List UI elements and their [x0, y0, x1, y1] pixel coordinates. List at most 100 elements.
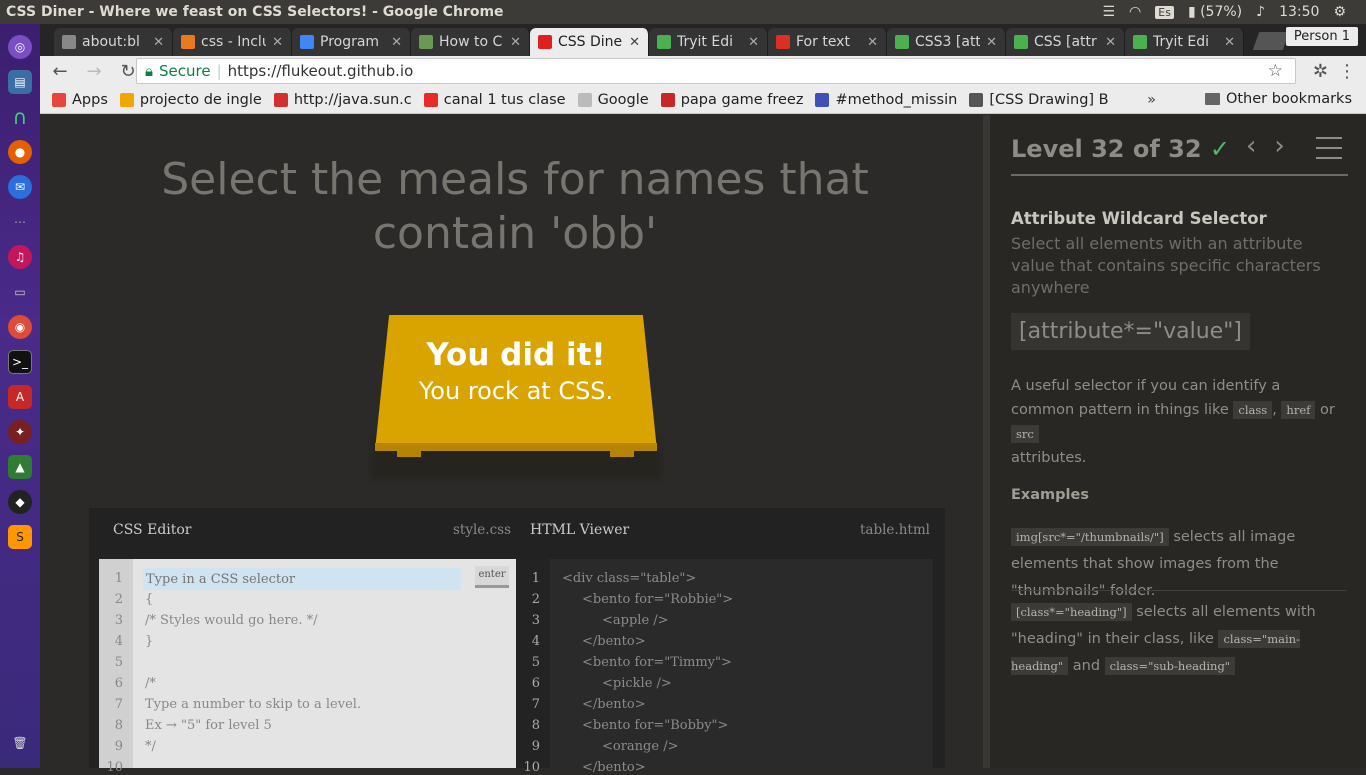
html-file-name: table.html [860, 522, 930, 538]
tab-label: Tryit Edi [1153, 34, 1209, 50]
css-selector-input[interactable] [143, 568, 461, 590]
table-leg-left [397, 451, 421, 457]
tab-close-icon[interactable]: ✕ [1224, 35, 1235, 50]
html-code-line[interactable]: </bento> [582, 697, 646, 712]
html-code-line[interactable]: <bento for="Robbie"> [582, 592, 733, 607]
browser-tab[interactable]: For text ✕ [768, 28, 887, 56]
browser-tab[interactable]: CSS3 [att ✕ [887, 28, 1006, 56]
url-text[interactable]: https://flukeout.github.io [228, 62, 414, 80]
tab-close-icon[interactable]: ✕ [510, 35, 521, 50]
tab-close-icon[interactable]: ✕ [272, 35, 283, 50]
bookmark-item[interactable]: [CSS Drawing] B [969, 92, 1109, 108]
help-code-src: src [1011, 425, 1039, 443]
new-tab-button[interactable] [1252, 32, 1290, 50]
tux-app-icon[interactable]: ◆ [8, 490, 32, 514]
bookmark-item[interactable]: Google [577, 92, 649, 108]
browser-tab[interactable]: Tryit Edi ✕ [649, 28, 768, 56]
tab-close-icon[interactable]: ✕ [391, 35, 402, 50]
bookmark-item[interactable]: http://java.sun.c [273, 92, 412, 108]
terminal-icon[interactable]: >_ [8, 350, 32, 374]
wifi-icon[interactable]: ◠ [1129, 4, 1141, 20]
tab-close-icon[interactable]: ✕ [748, 35, 759, 50]
help-sep: , [1272, 402, 1277, 418]
css-line-number: 7 [114, 697, 123, 712]
tab-close-icon[interactable]: ✕ [1105, 35, 1116, 50]
browser-tab[interactable]: CSS Dine ✕ [530, 28, 649, 56]
chrome-icon[interactable]: ◉ [8, 315, 32, 339]
html-line-number: 5 [531, 655, 540, 670]
reload-icon[interactable]: ↻ [118, 61, 138, 82]
html-code-line[interactable]: <pickle /> [602, 676, 672, 691]
tab-label: about:bl [82, 34, 140, 50]
enter-button[interactable]: enter [475, 566, 509, 588]
example-2: [class*="heading"] selects all elements … [1011, 599, 1351, 680]
browser-tab[interactable]: CSS [attr ✕ [1006, 28, 1125, 56]
volume-icon[interactable]: ♪ [1256, 4, 1265, 20]
browser-tab[interactable]: How to C ✕ [411, 28, 530, 56]
back-arrow-icon[interactable]: ← [50, 61, 70, 82]
tab-close-icon[interactable]: ✕ [629, 35, 640, 50]
address-bar[interactable]: 🔒︎ Secure | https://flukeout.github.io ☆ [136, 58, 1296, 84]
help-code-class: class [1233, 401, 1273, 419]
document-icon[interactable]: ▭ [8, 280, 32, 304]
tab-favicon-icon [657, 35, 671, 49]
firefox-icon[interactable]: ● [8, 140, 32, 164]
chrome-menu-icon[interactable]: ⋮ [1338, 61, 1356, 82]
css-line-number: 1 [114, 571, 123, 586]
html-code-line[interactable]: <bento for="Bobby"> [582, 718, 728, 733]
battery-indicator[interactable]: ▮ (57%) [1188, 4, 1242, 20]
clock[interactable]: 13:50 [1279, 4, 1319, 20]
previous-level-chevron-icon[interactable]: ‹ [1246, 131, 1274, 161]
bookmark-label: projecto de ingle [139, 91, 262, 108]
html-line-number: 2 [531, 592, 540, 607]
browser-tab[interactable]: about:bl ✕ [54, 28, 173, 56]
bookmark-item[interactable]: canal 1 tus clase [423, 92, 566, 108]
media-player-icon[interactable]: ✦ [8, 420, 32, 444]
trash-icon[interactable]: 🗑 [8, 731, 32, 755]
level-menu-hamburger-icon[interactable] [1316, 137, 1342, 167]
sublime-text-icon[interactable]: S [8, 525, 32, 549]
bookmark-item[interactable]: #method_missin [815, 92, 957, 108]
pdf-reader-icon[interactable]: A [8, 385, 32, 409]
bookmarks-overflow-chevron[interactable]: » [1147, 92, 1156, 108]
next-level-chevron-icon[interactable]: › [1274, 131, 1302, 161]
profile-button[interactable]: Person 1 [1285, 27, 1358, 46]
dev-tool-icon[interactable]: ⋯ [8, 210, 32, 234]
html-code-line[interactable]: <orange /> [602, 739, 678, 754]
checkmark-icon: ✓ [1209, 135, 1230, 163]
bookmark-star-icon[interactable]: ☆ [1268, 61, 1283, 81]
bookmark-item[interactable]: projecto de ingle [119, 91, 262, 108]
keyboard-layout-indicator[interactable]: Es [1155, 5, 1174, 19]
image-viewer-icon[interactable]: ▲ [8, 455, 32, 479]
forward-arrow-icon[interactable]: → [84, 61, 104, 82]
browser-tab[interactable]: Tryit Edi ✕ [1125, 28, 1244, 56]
html-line-number: 4 [531, 634, 540, 649]
headphones-app-icon[interactable]: ∩ [8, 105, 32, 129]
tab-label: Tryit Edi [677, 34, 733, 50]
files-icon[interactable]: ▤ [8, 70, 32, 94]
tab-favicon-icon [895, 35, 909, 49]
music-app-icon[interactable]: ♫ [8, 245, 32, 269]
bookmark-item[interactable]: papa game freez [660, 92, 803, 108]
bookmark-item[interactable]: Apps [52, 92, 108, 108]
html-code-line[interactable]: <div class="table"> [562, 571, 696, 586]
extension-icon[interactable]: ✲ [1313, 61, 1328, 82]
tab-close-icon[interactable]: ✕ [867, 35, 878, 50]
html-code-line[interactable]: <apple /> [602, 613, 669, 628]
selector-name: Attribute Wildcard Selector [1011, 209, 1267, 228]
dash-icon[interactable]: ◎ [8, 35, 32, 59]
browser-tab[interactable]: Program ✕ [292, 28, 411, 56]
tab-close-icon[interactable]: ✕ [153, 35, 164, 50]
menu-indicator-icon[interactable]: ☰ [1102, 4, 1115, 20]
tab-favicon-icon [62, 35, 76, 49]
html-code-line[interactable]: <bento for="Timmy"> [582, 655, 732, 670]
power-gear-icon[interactable]: ⚙ [1333, 4, 1346, 20]
example-2-code-sub: class="sub-heading" [1104, 657, 1236, 675]
other-bookmarks[interactable]: Other bookmarks [1204, 91, 1352, 107]
page-scrollbar[interactable] [983, 115, 990, 768]
css-code-line: } [145, 634, 154, 649]
browser-tab[interactable]: css - Inclu ✕ [173, 28, 292, 56]
thunderbird-icon[interactable]: ✉ [8, 175, 32, 199]
html-code-line[interactable]: </bento> [582, 634, 646, 649]
tab-close-icon[interactable]: ✕ [986, 35, 997, 50]
